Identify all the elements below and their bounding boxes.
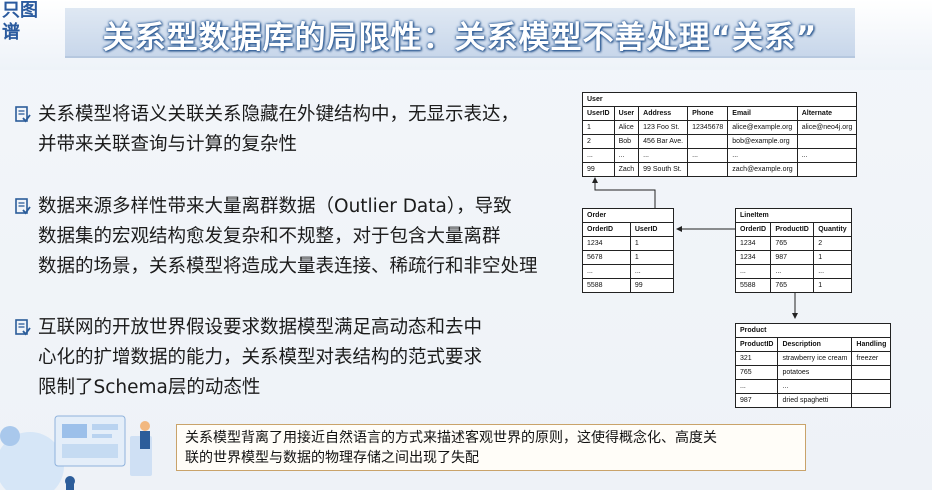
user-table: User UserID User Address Phone Email Alt… bbox=[581, 92, 858, 177]
table-row: 987 dried spaghetti bbox=[734, 393, 892, 408]
product-header-description: Description bbox=[777, 337, 853, 352]
table-row: ... ... bbox=[734, 379, 892, 394]
product-table-caption: Product bbox=[734, 323, 892, 338]
table-cell: Alice bbox=[613, 120, 640, 135]
table-row: 1234 765 2 bbox=[734, 236, 852, 251]
table-cell: freezer bbox=[851, 351, 892, 366]
product-table: Product ProductID Description Handling 3… bbox=[734, 323, 892, 408]
user-header-phone: Phone bbox=[687, 106, 729, 121]
table-row: 5588 99 bbox=[582, 278, 675, 293]
table-row: 2 Bob 456 Bar Ave. bob@example.org bbox=[582, 134, 858, 149]
table-row: ... ... ... bbox=[734, 264, 852, 279]
table-row: 5588 765 1 bbox=[734, 278, 852, 293]
order-header-userid: UserID bbox=[629, 222, 675, 237]
table-row: 765 potatoes bbox=[734, 365, 892, 380]
table-cell: zach@example.org bbox=[727, 162, 798, 177]
table-cell: ... bbox=[734, 379, 779, 394]
user-header-user: User bbox=[613, 106, 640, 121]
table-cell: 5588 bbox=[582, 278, 631, 293]
user-header-userid: UserID bbox=[582, 106, 615, 121]
table-cell: 1 bbox=[582, 120, 615, 135]
table-cell: ... bbox=[582, 148, 615, 163]
table-cell: ... bbox=[770, 264, 815, 279]
table-cell: 765 bbox=[770, 278, 815, 293]
table-cell: 765 bbox=[734, 365, 779, 380]
table-cell: strawberry ice cream bbox=[777, 351, 853, 366]
table-cell bbox=[687, 162, 729, 177]
table-cell: 2 bbox=[813, 236, 852, 251]
table-cell: ... bbox=[796, 148, 858, 163]
summary-note: 关系模型背离了用接近自然语言的方式来描述客观世界的原则，这使得概念化、高度关 联… bbox=[176, 424, 806, 471]
table-row: 1 Alice 123 Foo St. 12345678 alice@examp… bbox=[582, 120, 858, 135]
table-cell: ... bbox=[613, 148, 640, 163]
table-cell: ... bbox=[629, 264, 675, 279]
table-cell: 1 bbox=[813, 250, 852, 265]
lineitem-header-orderid: OrderID bbox=[734, 222, 772, 237]
order-table: Order OrderID UserID 1234 1 5678 1 ... .… bbox=[582, 208, 675, 293]
table-row: 1234 987 1 bbox=[734, 250, 852, 265]
table-cell: Bob bbox=[613, 134, 640, 149]
table-cell: 1234 bbox=[582, 236, 631, 251]
table-cell bbox=[796, 162, 858, 177]
table-cell: ... bbox=[813, 264, 852, 279]
table-cell: alice@neo4j.org bbox=[796, 120, 858, 135]
table-cell bbox=[851, 365, 892, 380]
product-header-productid: ProductID bbox=[734, 337, 779, 352]
table-row: 321 strawberry ice cream freezer bbox=[734, 351, 892, 366]
user-header-address: Address bbox=[638, 106, 689, 121]
table-cell bbox=[851, 393, 892, 408]
table-cell: 12345678 bbox=[687, 120, 729, 135]
table-cell: 987 bbox=[770, 250, 815, 265]
table-cell: ... bbox=[638, 148, 689, 163]
table-cell: 1 bbox=[813, 278, 852, 293]
table-cell: 1 bbox=[629, 250, 675, 265]
table-cell: dried spaghetti bbox=[777, 393, 853, 408]
table-cell bbox=[687, 134, 729, 149]
table-row: ... ... ... ... ... ... bbox=[582, 148, 858, 163]
table-cell: 99 South St. bbox=[638, 162, 689, 177]
lineitem-header-productid: ProductID bbox=[770, 222, 815, 237]
table-row: 1234 1 bbox=[582, 236, 675, 251]
table-row: 99 Zach 99 South St. zach@example.org bbox=[582, 162, 858, 177]
table-cell: ... bbox=[687, 148, 729, 163]
table-row: 5678 1 bbox=[582, 250, 675, 265]
table-cell: 99 bbox=[629, 278, 675, 293]
table-cell: ... bbox=[727, 148, 798, 163]
table-cell: 2 bbox=[582, 134, 615, 149]
table-cell: 1234 bbox=[734, 236, 772, 251]
table-cell bbox=[796, 134, 858, 149]
table-cell: 321 bbox=[734, 351, 779, 366]
product-header-handling: Handling bbox=[851, 337, 892, 352]
table-cell: 987 bbox=[734, 393, 779, 408]
tech-illustration bbox=[0, 415, 152, 490]
table-cell: 123 Foo St. bbox=[638, 120, 689, 135]
table-cell: 99 bbox=[582, 162, 615, 177]
table-cell: ... bbox=[734, 264, 772, 279]
table-cell: 5678 bbox=[582, 250, 631, 265]
table-cell: 1234 bbox=[734, 250, 772, 265]
table-cell: 765 bbox=[770, 236, 815, 251]
table-cell: 1 bbox=[629, 236, 675, 251]
table-row: ... ... bbox=[582, 264, 675, 279]
user-header-email: Email bbox=[727, 106, 798, 121]
user-header-alternate: Alternate bbox=[796, 106, 858, 121]
lineitem-table-caption: LineItem bbox=[735, 208, 852, 223]
user-table-caption: User bbox=[581, 92, 858, 107]
table-cell: 5588 bbox=[734, 278, 772, 293]
summary-note-line2: 联的世界模型与数据的物理存储之间出现了失配 bbox=[185, 450, 479, 466]
table-cell: ... bbox=[582, 264, 631, 279]
order-table-caption: Order bbox=[582, 208, 674, 223]
arrow-order-to-user bbox=[592, 177, 656, 210]
lineitem-header-quantity: Quantity bbox=[813, 222, 852, 237]
table-cell: bob@example.org bbox=[727, 134, 798, 149]
table-cell: ... bbox=[777, 379, 853, 394]
table-cell: 456 Bar Ave. bbox=[638, 134, 689, 149]
order-header-orderid: OrderID bbox=[582, 222, 631, 237]
table-cell: potatoes bbox=[777, 365, 853, 380]
lineitem-table: LineItem OrderID ProductID Quantity 1234… bbox=[734, 208, 852, 293]
table-cell: alice@example.org bbox=[727, 120, 798, 135]
table-cell bbox=[851, 379, 892, 394]
summary-note-line1: 关系模型背离了用接近自然语言的方式来描述客观世界的原则，这使得概念化、高度关 bbox=[185, 430, 717, 446]
table-cell: Zach bbox=[613, 162, 640, 177]
